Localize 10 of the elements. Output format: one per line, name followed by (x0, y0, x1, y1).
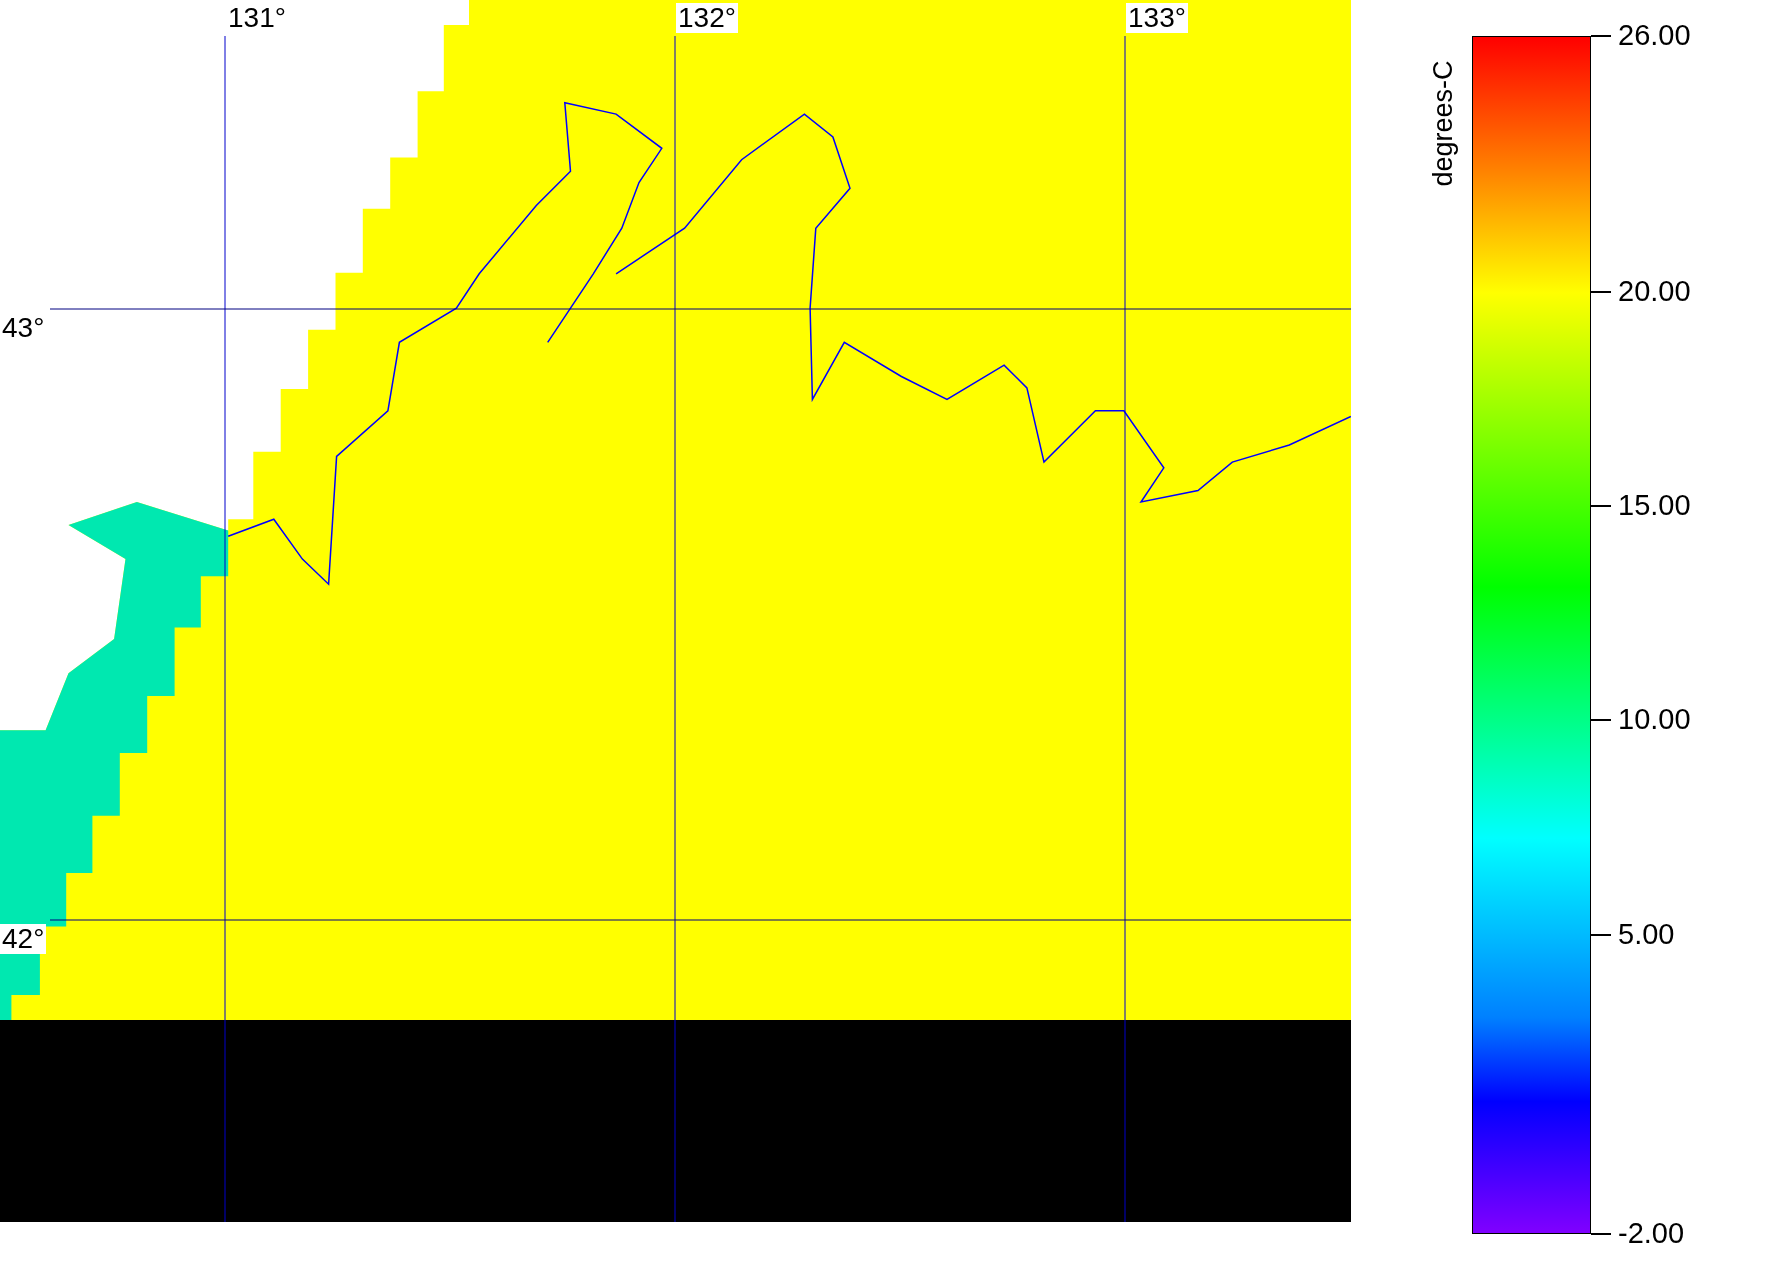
latitude-label: 42° (0, 924, 47, 954)
scale-label: -2.00 (1618, 1219, 1685, 1248)
scale-label: 5.00 (1618, 920, 1675, 949)
longitude-label: 133° (1126, 3, 1188, 33)
longitude-label: 132° (676, 3, 738, 33)
scale-label: 10.00 (1618, 705, 1691, 734)
scale-title: degrees-C (1429, 60, 1457, 187)
scale-label: 20.00 (1618, 277, 1691, 306)
scale-label: 26.00 (1618, 21, 1691, 50)
scale-label: 15.00 (1618, 491, 1691, 520)
